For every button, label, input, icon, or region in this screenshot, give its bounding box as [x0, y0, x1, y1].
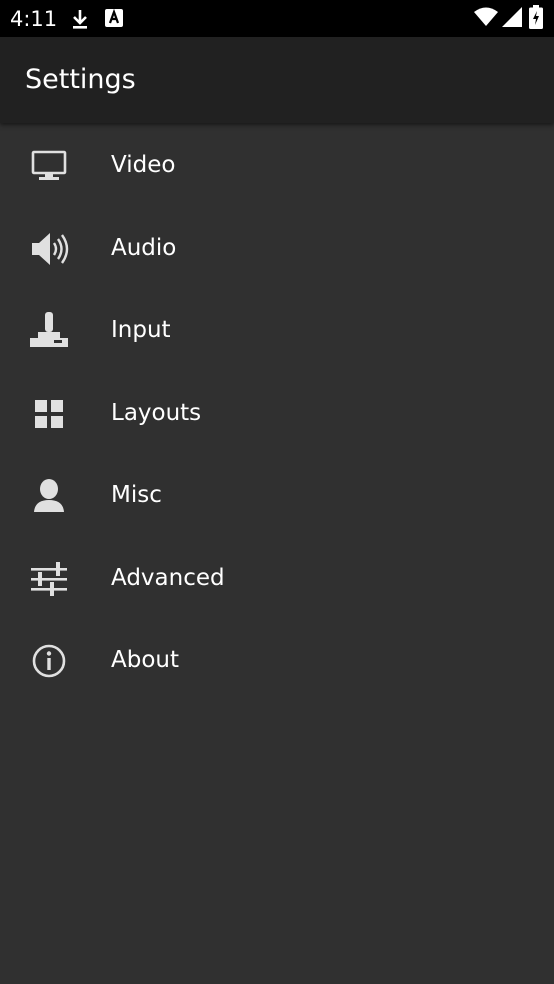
page-title: Settings: [25, 64, 136, 95]
signal-icon: [502, 7, 522, 31]
status-bar: 4:11: [0, 0, 554, 37]
person-icon: [28, 475, 70, 517]
settings-item-label: About: [111, 647, 180, 673]
battery-icon: [529, 5, 543, 33]
settings-item-video[interactable]: Video: [0, 124, 554, 207]
joystick-icon: [28, 310, 70, 352]
settings-item-label: Input: [111, 317, 171, 343]
settings-item-audio[interactable]: Audio: [0, 207, 554, 290]
sliders-icon: [28, 558, 70, 600]
download-icon: [70, 8, 90, 34]
settings-item-label: Advanced: [111, 564, 225, 591]
app-bar: Settings: [0, 37, 554, 123]
settings-item-misc[interactable]: Misc: [0, 454, 554, 537]
settings-list: Video Audio Input Layouts Misc Advanced …: [0, 124, 554, 702]
info-icon: [28, 640, 70, 682]
speaker-icon: [28, 228, 70, 270]
wifi-icon: [474, 7, 498, 31]
settings-item-label: Video: [111, 152, 176, 178]
settings-item-layouts[interactable]: Layouts: [0, 372, 554, 455]
a-notification-icon: [104, 8, 124, 32]
settings-item-about[interactable]: About: [0, 619, 554, 702]
settings-item-input[interactable]: Input: [0, 289, 554, 372]
grid-icon: [28, 393, 70, 435]
monitor-icon: [28, 145, 70, 187]
settings-item-label: Layouts: [111, 399, 202, 426]
status-time: 4:11: [10, 7, 58, 31]
settings-item-label: Audio: [111, 234, 177, 261]
settings-item-label: Misc: [111, 482, 162, 508]
settings-item-advanced[interactable]: Advanced: [0, 537, 554, 620]
